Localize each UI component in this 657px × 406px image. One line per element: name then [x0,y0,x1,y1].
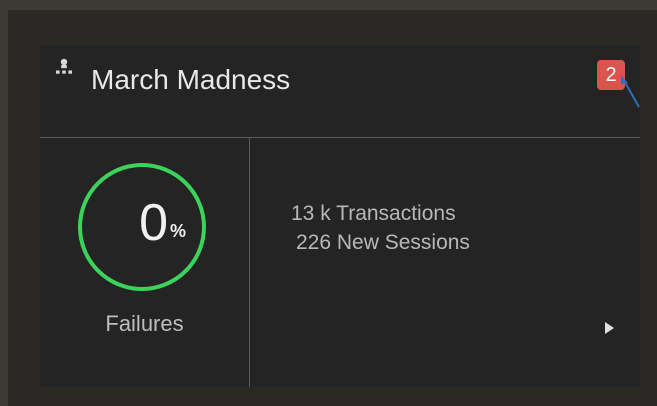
march-madness-card[interactable]: March Madness 2 0 % Failures 13 k Transa… [40,45,640,387]
new-sessions-stat: 226 New Sessions [296,231,470,254]
failures-label: Failures [105,311,184,336]
group-icon [56,58,72,74]
failure-unit: % [170,221,187,241]
transactions-stat: 13 k Transactions [291,202,456,225]
card-title: March Madness [91,64,291,95]
failure-value: 0 [139,194,168,252]
expand-arrow-icon[interactable] [605,322,614,334]
stats-panel: 13 k Transactions 226 New Sessions [250,138,640,387]
failures-panel: 0 % Failures [40,138,250,387]
card-header: March Madness 2 [40,45,640,138]
pointer-arrow-icon [621,75,640,108]
failure-ring: 0 % [78,163,206,291]
